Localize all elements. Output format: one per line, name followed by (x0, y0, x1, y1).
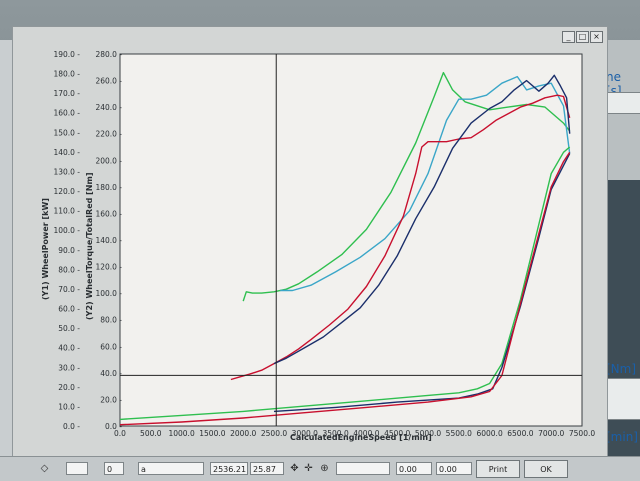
y1-tick-label: 20.0 - (58, 383, 80, 392)
crosshair-icon[interactable]: ✥ (288, 462, 301, 475)
y2-tick-label: 180.0 - (95, 183, 122, 192)
y1-tick-label: 100.0 - (53, 226, 80, 235)
y1-tick-label: 30.0 - (58, 363, 80, 372)
y1-tick-label: 150.0 - (53, 128, 80, 137)
plot-area (119, 53, 583, 427)
dyno-chart[interactable]: 0.0 500.0 1000.0 1500.0 2000.0 2500.0 3000.0 35… (0, 0, 640, 480)
x-tick-label: 500.0 (140, 429, 162, 438)
y2-tick-label: 260.0 - (95, 77, 122, 86)
y2-tick-label: 280.0 - (95, 50, 122, 59)
y2-tick-label: 60.0 - (100, 342, 122, 351)
color-swatch[interactable] (66, 462, 88, 475)
y2-tick-label: 200.0 - (95, 156, 122, 165)
y1-tick-label: 80.0 - (58, 265, 80, 274)
move-icon[interactable]: ✛ (302, 462, 315, 475)
y2-tick-label: 0.0 - (105, 422, 122, 431)
y1-tick-label: 130.0 - (53, 167, 80, 176)
blank-field[interactable] (336, 462, 390, 475)
y1-tick-label: 110.0 - (53, 207, 80, 216)
x-tick-label: 6500.0 (507, 429, 533, 438)
y1-tick-label: 180.0 - (53, 70, 80, 79)
name-field[interactable]: a (138, 462, 204, 475)
y1-tick-label: 140.0 - (53, 148, 80, 157)
x-tick-label: 5500.0 (446, 429, 472, 438)
y2-axis-label: (Y2) WheelTorque/TotalRed [Nm] (85, 173, 94, 320)
y2-tick-label: 160.0 - (95, 209, 122, 218)
y1-tick-label: 160.0 - (53, 109, 80, 118)
y1-axis-label: (Y1) WheelPower [kW] (41, 198, 50, 300)
y1-tick-label: 120.0 - (53, 187, 80, 196)
y1-tick-label: 10.0 - (58, 402, 80, 411)
x-tick-label: 6000.0 (476, 429, 502, 438)
diamond-icon[interactable]: ◇ (38, 462, 51, 475)
y2-tick-label: 80.0 - (100, 316, 122, 325)
y1-tick-label: 40.0 - (58, 344, 80, 353)
y2-tick-label: 120.0 - (95, 263, 122, 272)
ok-button[interactable]: OK (524, 460, 568, 478)
cursor-x-field[interactable]: 2536.21 (210, 462, 248, 475)
y1-tick-label: 70.0 - (58, 285, 80, 294)
range-max-field[interactable]: 0.00 (436, 462, 472, 475)
bottom-toolbar: ◇ 0 a 2536.21 25.87 ✥ ✛ ⊕ 0.00 0.00 Prin… (0, 456, 640, 481)
x-tick-label: 1500.0 (199, 429, 225, 438)
range-min-field[interactable]: 0.00 (396, 462, 432, 475)
y1-tick-label: 0.0 - (63, 422, 80, 431)
x-tick-label: 2500.0 (261, 429, 287, 438)
y1-tick-label: 90.0 - (58, 246, 80, 255)
y2-tick-label: 100.0 - (95, 289, 122, 298)
y1-tick-label: 50.0 - (58, 324, 80, 333)
x-tick-label: 1000.0 (168, 429, 194, 438)
y1-tick-label: 170.0 - (53, 89, 80, 98)
channel-field[interactable]: 0 (104, 462, 124, 475)
y2-tick-label: 20.0 - (100, 395, 122, 404)
y2-tick-label: 40.0 - (100, 369, 122, 378)
x-axis-label: CalculatedEngineSpeed [1/min] (290, 433, 432, 442)
zoom-icon[interactable]: ⊕ (318, 462, 331, 475)
cursor-y-field[interactable]: 25.87 (250, 462, 284, 475)
y2-tick-label: 140.0 - (95, 236, 122, 245)
x-tick-label: 7000.0 (538, 429, 564, 438)
x-tick-label: 2000.0 (230, 429, 256, 438)
y2-tick-label: 240.0 - (95, 103, 122, 112)
y2-tick-label: 220.0 - (95, 130, 122, 139)
print-button[interactable]: Print (476, 460, 520, 478)
x-tick-label: 7500.0 (569, 429, 595, 438)
y1-tick-label: 60.0 - (58, 305, 80, 314)
y1-tick-label: 190.0 - (53, 50, 80, 59)
